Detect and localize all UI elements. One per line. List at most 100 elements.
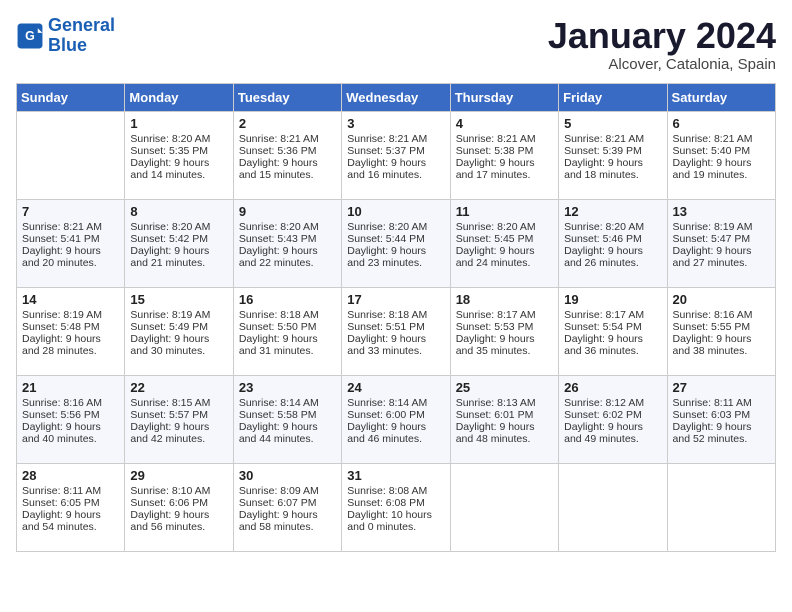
day-info: Daylight: 9 hours: [239, 245, 336, 257]
day-number: 19: [564, 292, 661, 307]
day-info: Sunset: 5:39 PM: [564, 145, 661, 157]
day-info: Daylight: 9 hours: [456, 333, 553, 345]
calendar-table: SundayMondayTuesdayWednesdayThursdayFrid…: [16, 83, 776, 552]
day-info: Sunset: 6:05 PM: [22, 497, 119, 509]
calendar-cell: 19Sunrise: 8:17 AMSunset: 5:54 PMDayligh…: [559, 287, 667, 375]
day-info: Sunset: 5:40 PM: [673, 145, 770, 157]
day-info: Sunrise: 8:14 AM: [347, 397, 444, 409]
day-info: Sunset: 6:07 PM: [239, 497, 336, 509]
page-header: G General Blue January 2024 Alcover, Cat…: [16, 16, 776, 73]
calendar-cell: [559, 463, 667, 551]
calendar-cell: 1Sunrise: 8:20 AMSunset: 5:35 PMDaylight…: [125, 111, 233, 199]
calendar-cell: 31Sunrise: 8:08 AMSunset: 6:08 PMDayligh…: [342, 463, 450, 551]
day-info: Sunset: 5:37 PM: [347, 145, 444, 157]
calendar-cell: 30Sunrise: 8:09 AMSunset: 6:07 PMDayligh…: [233, 463, 341, 551]
calendar-cell: 27Sunrise: 8:11 AMSunset: 6:03 PMDayligh…: [667, 375, 775, 463]
calendar-cell: 28Sunrise: 8:11 AMSunset: 6:05 PMDayligh…: [17, 463, 125, 551]
logo-icon: G: [16, 22, 44, 50]
calendar-cell: [450, 463, 558, 551]
day-info: Daylight: 9 hours: [456, 157, 553, 169]
day-info: Sunrise: 8:21 AM: [22, 221, 119, 233]
day-number: 1: [130, 116, 227, 131]
day-info: and 18 minutes.: [564, 169, 661, 181]
day-info: Sunset: 5:49 PM: [130, 321, 227, 333]
day-info: Sunset: 6:03 PM: [673, 409, 770, 421]
day-info: Sunrise: 8:20 AM: [239, 221, 336, 233]
day-info: Sunset: 6:01 PM: [456, 409, 553, 421]
day-info: and 26 minutes.: [564, 257, 661, 269]
day-info: Sunrise: 8:20 AM: [130, 221, 227, 233]
day-info: and 19 minutes.: [673, 169, 770, 181]
calendar-cell: 25Sunrise: 8:13 AMSunset: 6:01 PMDayligh…: [450, 375, 558, 463]
day-info: and 54 minutes.: [22, 521, 119, 533]
calendar-cell: 24Sunrise: 8:14 AMSunset: 6:00 PMDayligh…: [342, 375, 450, 463]
day-info: Daylight: 9 hours: [239, 421, 336, 433]
day-number: 3: [347, 116, 444, 131]
calendar-cell: [667, 463, 775, 551]
calendar-cell: 3Sunrise: 8:21 AMSunset: 5:37 PMDaylight…: [342, 111, 450, 199]
day-info: Sunset: 5:51 PM: [347, 321, 444, 333]
day-number: 6: [673, 116, 770, 131]
day-info: Daylight: 9 hours: [347, 333, 444, 345]
day-info: Sunrise: 8:20 AM: [456, 221, 553, 233]
day-info: Sunrise: 8:19 AM: [673, 221, 770, 233]
calendar-cell: 26Sunrise: 8:12 AMSunset: 6:02 PMDayligh…: [559, 375, 667, 463]
calendar-cell: 12Sunrise: 8:20 AMSunset: 5:46 PMDayligh…: [559, 199, 667, 287]
day-info: Daylight: 9 hours: [130, 245, 227, 257]
logo-text: General Blue: [48, 16, 115, 56]
day-info: Sunrise: 8:11 AM: [673, 397, 770, 409]
day-number: 23: [239, 380, 336, 395]
calendar-cell: 9Sunrise: 8:20 AMSunset: 5:43 PMDaylight…: [233, 199, 341, 287]
day-number: 12: [564, 204, 661, 219]
day-info: and 36 minutes.: [564, 345, 661, 357]
day-header-sunday: Sunday: [17, 83, 125, 111]
calendar-cell: 13Sunrise: 8:19 AMSunset: 5:47 PMDayligh…: [667, 199, 775, 287]
calendar-cell: 17 Sunrise: 8:18 AMSunset: 5:51 PMDayligh…: [342, 287, 450, 375]
day-info: Sunrise: 8:17 AM: [564, 309, 661, 321]
day-number: 17: [347, 292, 444, 307]
day-info: and 44 minutes.: [239, 433, 336, 445]
day-number: 28: [22, 468, 119, 483]
calendar-header-row: SundayMondayTuesdayWednesdayThursdayFrid…: [17, 83, 776, 111]
day-info: Daylight: 9 hours: [564, 421, 661, 433]
day-info: Sunrise: 8:16 AM: [22, 397, 119, 409]
day-header-monday: Monday: [125, 83, 233, 111]
day-info: Sunset: 5:43 PM: [239, 233, 336, 245]
day-info: Sunset: 5:55 PM: [673, 321, 770, 333]
day-number: 14: [22, 292, 119, 307]
day-info: Daylight: 9 hours: [22, 509, 119, 521]
day-info: Sunrise: 8:20 AM: [564, 221, 661, 233]
day-info: Sunrise: 8:08 AM: [347, 485, 444, 497]
day-info: Sunrise: 8:18 AM: [347, 309, 444, 321]
logo: G General Blue: [16, 16, 115, 56]
day-info: Sunset: 6:00 PM: [347, 409, 444, 421]
day-header-friday: Friday: [559, 83, 667, 111]
day-info: and 58 minutes.: [239, 521, 336, 533]
day-number: 29: [130, 468, 227, 483]
day-number: 21: [22, 380, 119, 395]
day-info: and 22 minutes.: [239, 257, 336, 269]
day-info: and 42 minutes.: [130, 433, 227, 445]
day-number: 27: [673, 380, 770, 395]
calendar-cell: 20Sunrise: 8:16 AMSunset: 5:55 PMDayligh…: [667, 287, 775, 375]
day-info: Daylight: 9 hours: [130, 421, 227, 433]
calendar-title: January 2024: [548, 16, 776, 56]
calendar-cell: 2Sunrise: 8:21 AMSunset: 5:36 PMDaylight…: [233, 111, 341, 199]
day-info: Daylight: 9 hours: [673, 157, 770, 169]
day-info: Sunrise: 8:20 AM: [130, 133, 227, 145]
day-info: Sunrise: 8:21 AM: [673, 133, 770, 145]
day-info: Daylight: 9 hours: [347, 421, 444, 433]
day-number: 4: [456, 116, 553, 131]
day-info: and 31 minutes.: [239, 345, 336, 357]
day-info: Sunset: 5:45 PM: [456, 233, 553, 245]
calendar-cell: 7Sunrise: 8:21 AMSunset: 5:41 PMDaylight…: [17, 199, 125, 287]
calendar-cell: 22Sunrise: 8:15 AMSunset: 5:57 PMDayligh…: [125, 375, 233, 463]
day-info: Sunset: 5:44 PM: [347, 233, 444, 245]
day-info: Sunset: 5:53 PM: [456, 321, 553, 333]
calendar-cell: 21Sunrise: 8:16 AMSunset: 5:56 PMDayligh…: [17, 375, 125, 463]
day-info: Daylight: 9 hours: [347, 245, 444, 257]
calendar-cell: [17, 111, 125, 199]
calendar-cell: 5Sunrise: 8:21 AMSunset: 5:39 PMDaylight…: [559, 111, 667, 199]
calendar-cell: 8Sunrise: 8:20 AMSunset: 5:42 PMDaylight…: [125, 199, 233, 287]
day-info: and 21 minutes.: [130, 257, 227, 269]
